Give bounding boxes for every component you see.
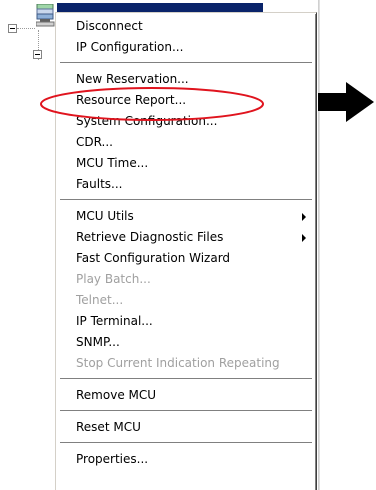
menu-item-label: Faults...: [76, 177, 123, 191]
context-menu-body: Disconnect IP Configuration... New Reserva…: [59, 16, 313, 470]
submenu-arrow-icon: [302, 234, 306, 242]
submenu-arrow-icon: [302, 213, 306, 221]
menu-item-label: Retrieve Diagnostic Files: [76, 230, 224, 244]
menu-item-label: System Configuration...: [76, 114, 218, 128]
menu-item-faults[interactable]: Faults...: [59, 174, 313, 195]
menu-item-new-reservation[interactable]: New Reservation...: [59, 69, 313, 90]
menu-item-label: MCU Utils: [76, 209, 134, 223]
menu-item-remove-mcu[interactable]: Remove MCU: [59, 385, 313, 406]
menu-item-label: SNMP...: [76, 335, 120, 349]
context-menu: Disconnect IP Configuration... New Reserva…: [55, 12, 317, 490]
pane-border: [318, 0, 320, 490]
menu-item-resource-report[interactable]: Resource Report...: [59, 90, 313, 111]
menu-item-snmp[interactable]: SNMP...: [59, 332, 313, 353]
mcu-node-icon[interactable]: [35, 3, 56, 28]
menu-item-ip-configuration[interactable]: IP Configuration...: [59, 37, 313, 58]
menu-item-label: Properties...: [76, 452, 149, 466]
menu-item-telnet[interactable]: Telnet...: [59, 290, 313, 311]
child-collapse-toggle[interactable]: [33, 50, 42, 59]
menu-item-label: Remove MCU: [76, 388, 157, 402]
tree-connector-line: [17, 28, 35, 29]
menu-item-reset-mcu[interactable]: Reset MCU: [59, 417, 313, 438]
menu-item-fast-configuration-wizard[interactable]: Fast Configuration Wizard: [59, 248, 313, 269]
menu-item-system-configuration[interactable]: System Configuration...: [59, 111, 313, 132]
menu-item-cdr[interactable]: CDR...: [59, 132, 313, 153]
menu-item-ip-terminal[interactable]: IP Terminal...: [59, 311, 313, 332]
root-collapse-toggle[interactable]: [8, 24, 17, 33]
menu-item-mcu-utils[interactable]: MCU Utils: [59, 206, 313, 227]
menu-item-label: Reset MCU: [76, 420, 141, 434]
menu-item-label: New Reservation...: [76, 72, 189, 86]
menu-separator: [60, 378, 312, 380]
menu-item-stop-current-indication-repeating[interactable]: Stop Current Indication Repeating: [59, 353, 313, 374]
menu-item-label: IP Terminal...: [76, 314, 153, 328]
menu-item-label: Resource Report...: [76, 93, 187, 107]
menu-item-retrieve-diagnostic-files[interactable]: Retrieve Diagnostic Files: [59, 227, 313, 248]
menu-separator: [60, 442, 312, 444]
menu-item-label: IP Configuration...: [76, 40, 184, 54]
menu-item-label: Stop Current Indication Repeating: [76, 356, 280, 370]
menu-item-disconnect[interactable]: Disconnect: [59, 16, 313, 37]
menu-separator: [60, 62, 312, 64]
menu-item-play-batch[interactable]: Play Batch...: [59, 269, 313, 290]
menu-item-label: CDR...: [76, 135, 113, 149]
menu-item-label: Fast Configuration Wizard: [76, 251, 231, 265]
menu-separator: [60, 199, 312, 201]
menu-item-properties[interactable]: Properties...: [59, 449, 313, 470]
menu-item-label: MCU Time...: [76, 156, 149, 170]
menu-separator: [60, 410, 312, 412]
menu-item-label: Telnet...: [76, 293, 124, 307]
menu-item-label: Disconnect: [76, 19, 143, 33]
menu-item-mcu-time[interactable]: MCU Time...: [59, 153, 313, 174]
menu-item-label: Play Batch...: [76, 272, 151, 286]
